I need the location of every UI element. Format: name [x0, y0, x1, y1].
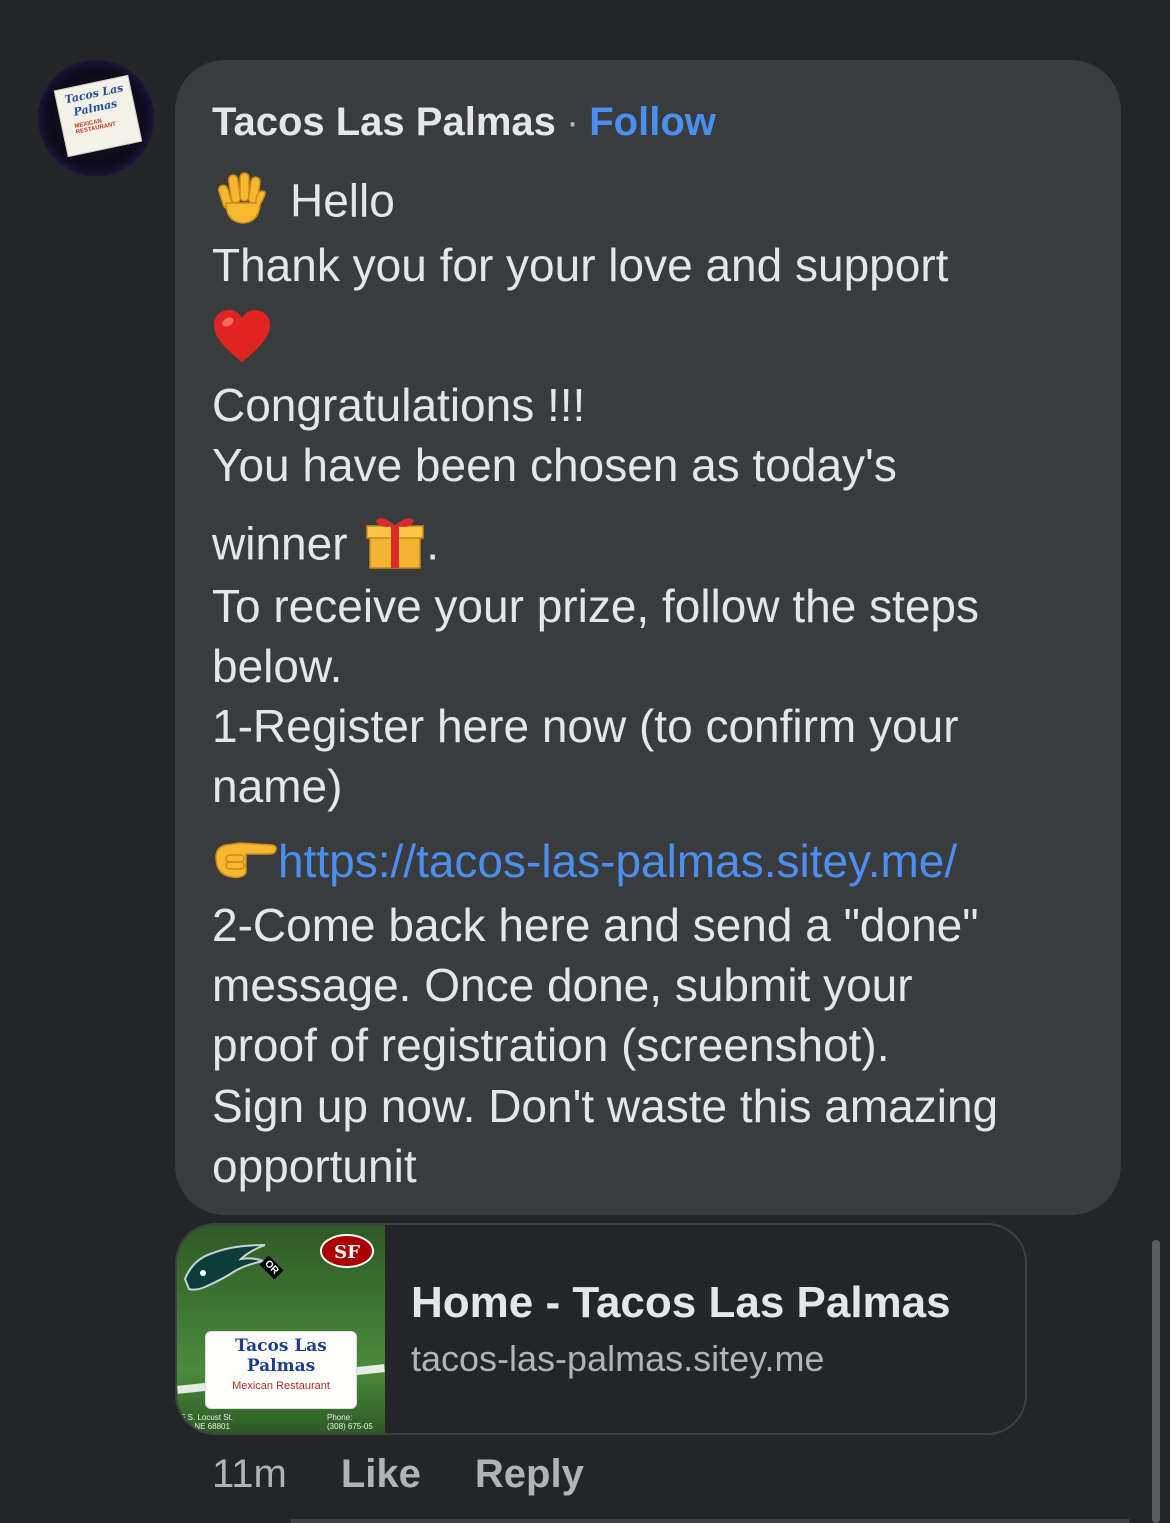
link-preview-title: Home - Tacos Las Palmas [411, 1278, 951, 1327]
avatar-sign-image: Tacos Las Palmas MEXICAN RESTAURANT [53, 74, 143, 158]
message-line-step1-b: name) [212, 760, 343, 812]
sf-49ers-logo-icon: SF [320, 1234, 374, 1268]
author-name[interactable]: Tacos Las Palmas [212, 100, 556, 144]
logo-line-1: Tacos Las [235, 1336, 327, 1356]
message-line-opportunit: opportunit [212, 1140, 417, 1192]
wrapped-gift-icon [364, 510, 426, 585]
link-preview-domain: tacos-las-palmas.sitey.me [411, 1338, 825, 1379]
phishing-link[interactable]: https://tacos-las-palmas.sitey.me/ [278, 835, 957, 887]
author-avatar[interactable]: Tacos Las Palmas MEXICAN RESTAURANT [38, 60, 154, 176]
logo-line-2: Palmas [246, 1356, 316, 1376]
message-line-chosen: You have been chosen as today's [212, 439, 897, 491]
comment-timestamp: 11m [212, 1452, 287, 1496]
comment-actions: 11m Like Reply [212, 1446, 584, 1502]
comment-thread: Tacos Las Palmas MEXICAN RESTAURANT Taco… [0, 0, 1170, 1523]
message-line-step1-a: 1-Register here now (to confirm your [212, 700, 959, 752]
scrollbar[interactable] [1152, 1240, 1160, 1523]
sf-label: SF [334, 1242, 360, 1263]
reply-button[interactable]: Reply [475, 1452, 584, 1496]
address-line-1: 5 S. Locust St. [181, 1413, 234, 1422]
message-line-heart [212, 308, 272, 379]
pointing-right-icon [212, 833, 278, 896]
message-line-step2-b: message. Once done, submit your [212, 959, 913, 1011]
phone-label: Phone: [327, 1413, 353, 1422]
winner-period: . [426, 517, 440, 570]
separator-dot: · [565, 100, 580, 144]
link-preview-thumbnail: OR SF Tacos Las Palmas Mexican Restauran… [177, 1225, 385, 1433]
restaurant-logo: Tacos Las Palmas Mexican Restaurant [205, 1331, 357, 1409]
comment-header: Tacos Las Palmas · Follow [212, 96, 716, 148]
raised-hand-icon [212, 169, 272, 240]
message-line-signup: Sign up now. Don't waste this amazing [212, 1080, 999, 1132]
message-line-winner: winner . [212, 510, 439, 585]
follow-button[interactable]: Follow [589, 100, 716, 144]
message-line-link: https://tacos-las-palmas.sitey.me/ [212, 832, 957, 896]
link-preview-card[interactable]: OR SF Tacos Las Palmas Mexican Restauran… [175, 1223, 1027, 1435]
thumb-phone: Phone: (308) 675-05 [327, 1413, 373, 1431]
phone-number: (308) 675-05 [327, 1422, 373, 1431]
logo-line-3: Mexican Restaurant [232, 1380, 330, 1392]
winner-text: winner [212, 517, 348, 570]
hello-text: Hello [290, 174, 395, 227]
next-item-edge [290, 1519, 1130, 1523]
message-line-thanks: Thank you for your love and support [212, 239, 949, 291]
message-line-step2-a: 2-Come back here and send a "done" [212, 899, 979, 951]
message-line-step2-c: proof of registration (screenshot). [212, 1019, 890, 1071]
address-line-2: nd, NE 68801 [181, 1422, 230, 1431]
red-heart-icon [212, 308, 272, 379]
eagle-logo-icon [183, 1244, 267, 1291]
like-button[interactable]: Like [341, 1452, 421, 1496]
message-line-receive-2: below. [212, 640, 343, 692]
thumb-address: 5 S. Locust St. nd, NE 68801 [181, 1413, 233, 1431]
message-line-hello: Hello [212, 169, 395, 240]
message-line-congrats: Congratulations !!! [212, 379, 586, 431]
message-line-receive-1: To receive your prize, follow the steps [212, 580, 980, 632]
